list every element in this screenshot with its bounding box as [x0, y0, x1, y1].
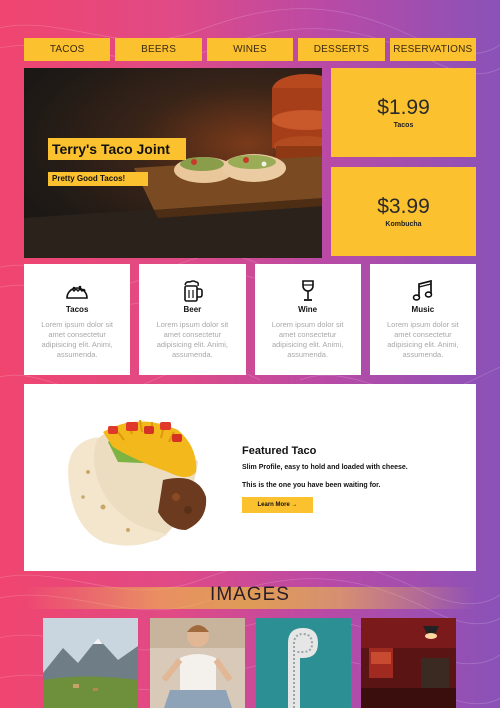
bar-interior-photo [361, 618, 456, 708]
feature-tacos: Tacos Lorem ipsum dolor sit amet consect… [24, 264, 131, 375]
gallery-image-neon-sign[interactable] [256, 618, 351, 708]
music-note-icon [412, 279, 433, 301]
feature-text: Lorem ipsum dolor sit amet consectetur a… [156, 320, 229, 360]
wine-glass-icon [301, 280, 314, 301]
price-amount: $3.99 [377, 194, 430, 218]
feature-beer: Beer Lorem ipsum dolor sit amet consecte… [139, 264, 246, 375]
feature-text: Lorem ipsum dolor sit amet consectetur a… [387, 320, 459, 360]
nav-reservations[interactable]: RESERVATIONS [389, 38, 477, 61]
feature-title: Beer [183, 305, 202, 314]
nav-desserts[interactable]: DESSERTS [298, 38, 385, 61]
person-photo [150, 618, 245, 708]
price-card-kombucha: $3.99 Kombucha [331, 167, 476, 256]
gallery-image-mountains[interactable] [43, 618, 138, 708]
price-label: Tacos [393, 121, 414, 129]
feature-title: Tacos [65, 305, 89, 314]
beer-mug-icon [184, 280, 204, 302]
feature-title: Wine [298, 305, 318, 314]
mountain-landscape-photo [43, 618, 138, 708]
featured-title: Featured Taco [242, 445, 317, 457]
price-label: Kombucha [385, 220, 422, 228]
featured-taco-section: Featured Taco Slim Profile, easy to hold… [24, 384, 476, 571]
nav-tacos[interactable]: TACOS [24, 38, 111, 61]
feature-wine: Wine Lorem ipsum dolor sit amet consecte… [254, 264, 361, 375]
feature-title: Music [411, 305, 435, 314]
hero-title: Terry's Taco Joint [48, 138, 186, 160]
taco-icon [66, 285, 88, 299]
featured-tagline: This is the one you have been waiting fo… [242, 482, 381, 489]
feature-boxes: Tacos Lorem ipsum dolor sit amet consect… [24, 264, 476, 375]
hero-taco-photo [24, 74, 322, 258]
hero-banner: Terry's Taco Joint Pretty Good Tacos! [24, 68, 322, 258]
learn-more-button[interactable]: Learn More → [242, 497, 313, 513]
featured-description: Slim Profile, easy to hold and loaded wi… [242, 464, 408, 471]
feature-music: Music Lorem ipsum dolor sit amet consect… [369, 264, 476, 375]
price-card-tacos: $1.99 Tacos [331, 68, 476, 157]
nav-beers[interactable]: BEERS [115, 38, 202, 61]
gallery-image-person[interactable] [150, 618, 245, 708]
neon-sign-photo [256, 618, 351, 708]
feature-text: Lorem ipsum dolor sit amet consectetur a… [41, 320, 113, 360]
featured-taco-image [68, 419, 207, 546]
gallery-image-red-bar[interactable] [361, 618, 456, 708]
nav-wines[interactable]: WINES [206, 38, 294, 61]
main-nav: TACOS BEERS WINES DESSERTS RESERVATIONS [24, 38, 477, 61]
images-title: IMAGES [210, 584, 290, 605]
feature-text: Lorem ipsum dolor sit amet consectetur a… [271, 320, 344, 360]
price-amount: $1.99 [377, 95, 430, 119]
hero-subtitle: Pretty Good Tacos! [48, 172, 148, 186]
